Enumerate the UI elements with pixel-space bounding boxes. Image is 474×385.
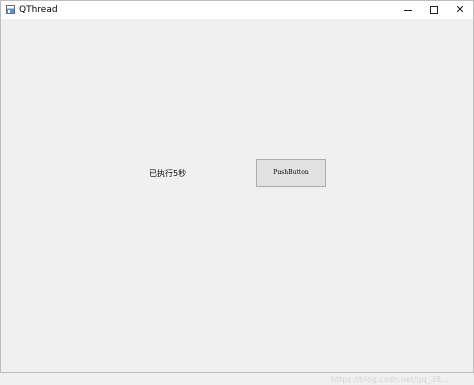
title-bar[interactable]: QThread ✕ bbox=[1, 1, 473, 19]
main-window: QThread ✕ 已执行5秒 PushButton https://blog.… bbox=[0, 0, 474, 384]
client-area: 已执行5秒 PushButton https://blog.csdn.net/q… bbox=[1, 19, 473, 384]
close-button[interactable]: ✕ bbox=[446, 1, 474, 19]
watermark-text: https://blog.csdn.net/qq_38... bbox=[331, 375, 449, 384]
minimize-icon bbox=[404, 10, 412, 11]
maximize-icon bbox=[430, 6, 438, 14]
status-label: 已执行5秒 bbox=[149, 169, 187, 178]
close-icon: ✕ bbox=[455, 3, 465, 16]
window-title: QThread bbox=[19, 5, 58, 15]
minimize-button[interactable] bbox=[394, 1, 422, 19]
push-button[interactable]: PushButton bbox=[256, 159, 326, 187]
app-icon bbox=[6, 5, 15, 14]
maximize-button[interactable] bbox=[420, 1, 448, 19]
